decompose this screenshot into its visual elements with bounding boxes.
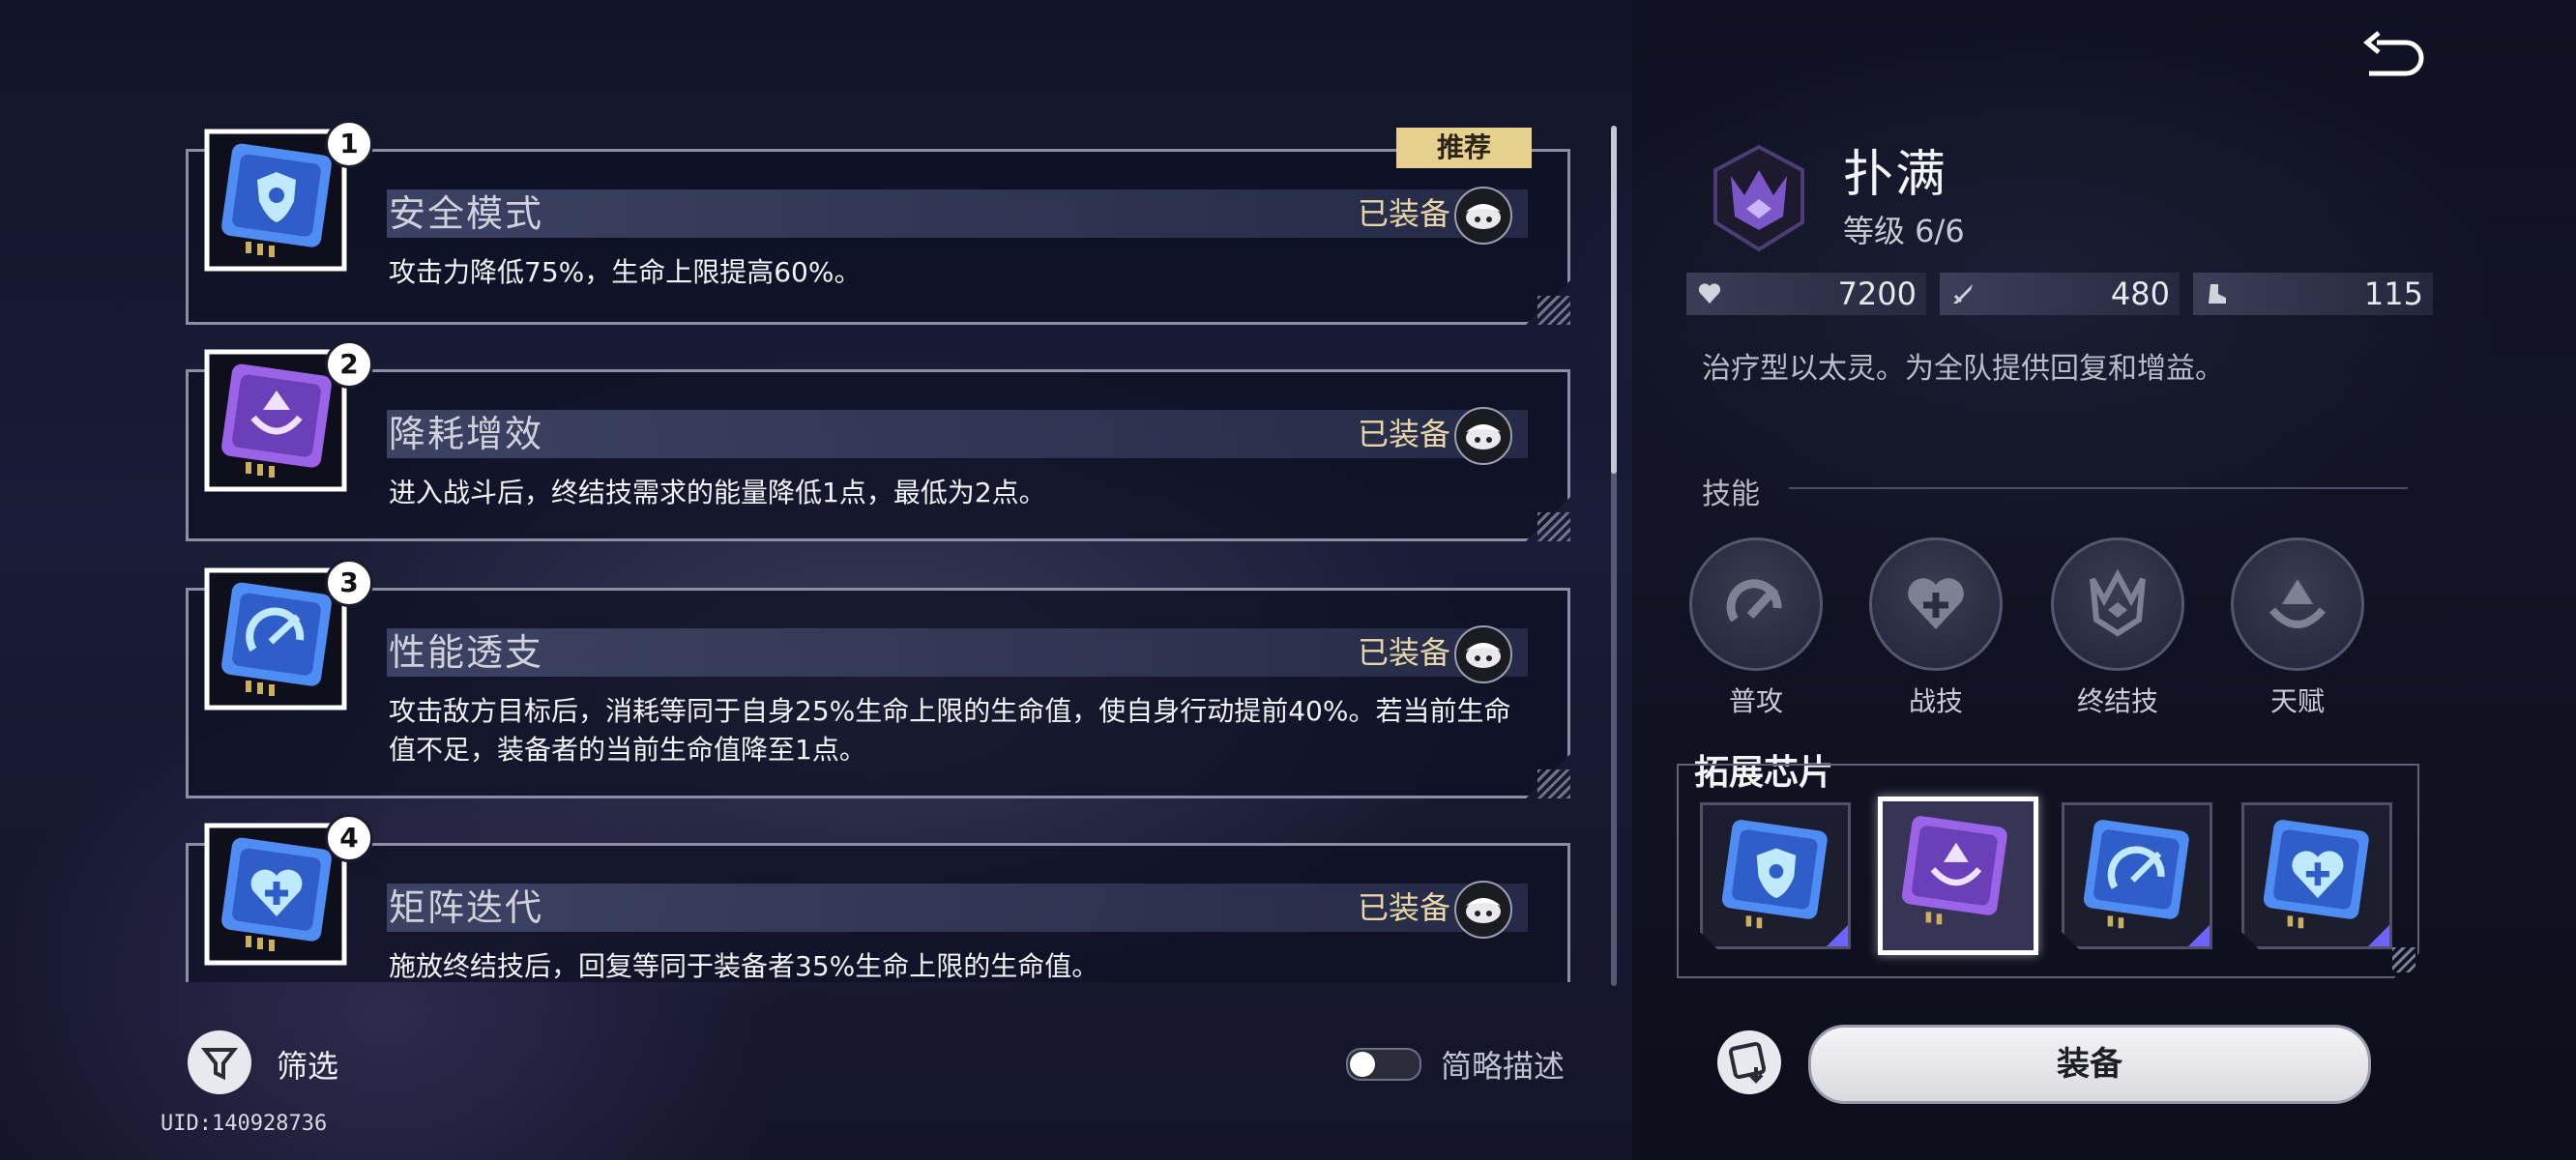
speedometer-chip-icon bbox=[2070, 809, 2204, 942]
stat-attack: 480 bbox=[1940, 273, 2180, 315]
heart-plus-icon bbox=[1908, 578, 1964, 629]
corner-hatch bbox=[2392, 947, 2415, 972]
chip-description: 进入战斗后，终结技需求的能量降低1点，最低为2点。 bbox=[389, 477, 1046, 508]
corner-hatch bbox=[1537, 512, 1570, 541]
chip-swap-icon bbox=[1728, 1041, 1767, 1084]
stat-hp-value: 7200 bbox=[1837, 276, 1917, 312]
boot-icon bbox=[2209, 284, 2226, 304]
equipped-label: 已装备 bbox=[1357, 195, 1450, 232]
chip-card[interactable]: 矩阵迭代 已装备 施放终结技后，回复等同于装备者35%生命上限的生命值。 4 bbox=[186, 814, 1570, 982]
chip-number-badge: 2 bbox=[325, 340, 373, 389]
skill-battle-skill[interactable]: 战技 bbox=[1868, 537, 2004, 719]
chip-card[interactable]: 降耗增效 已装备 进入战斗后，终结技需求的能量降低1点，最低为2点。 2 bbox=[186, 340, 1570, 541]
stat-speed: 115 bbox=[2193, 273, 2433, 315]
equipped-avatar-icon bbox=[1454, 881, 1512, 939]
filter-icon bbox=[200, 1048, 239, 1081]
extension-slot-3[interactable] bbox=[2062, 802, 2212, 949]
chip-card[interactable]: 性能透支 已装备 攻击敌方目标后，消耗等同于自身25%生命上限的生命值，使自身行… bbox=[186, 559, 1570, 798]
equipped-label: 已装备 bbox=[1357, 889, 1450, 926]
slot-accent bbox=[2368, 925, 2389, 946]
equip-button[interactable]: 装备 bbox=[1808, 1025, 2371, 1104]
uid-text: UID:140928736 bbox=[161, 1112, 328, 1136]
recommend-badge: 推荐 bbox=[1396, 128, 1532, 168]
unequip-button[interactable] bbox=[1717, 1030, 1781, 1094]
character-name: 扑满 bbox=[1843, 146, 1948, 204]
chip-title: 性能透支 bbox=[389, 631, 544, 674]
hat-chip-icon bbox=[1901, 816, 2007, 925]
stat-speed-value: 115 bbox=[2363, 276, 2423, 312]
equipped-avatar-icon bbox=[1454, 187, 1512, 245]
emblem-icon bbox=[2090, 568, 2146, 637]
list-scrollbar[interactable] bbox=[1611, 126, 1617, 986]
chip-card[interactable]: 推荐 安全模式 已装备 攻击力降低75%，生命上限提高60%。 1 bbox=[186, 120, 1570, 325]
character-level: 等级 6/6 bbox=[1843, 213, 1965, 249]
slot-accent bbox=[1827, 925, 1848, 946]
extension-slot-2[interactable] bbox=[1878, 797, 2038, 955]
chip-description: 攻击敌方目标后，消耗等同于自身25%生命上限的生命值，使自身行动提前40%。若当… bbox=[389, 695, 1511, 766]
chip-title: 降耗增效 bbox=[389, 413, 544, 455]
skill-label: 终结技 bbox=[2076, 685, 2158, 717]
skill-label: 战技 bbox=[1908, 685, 1963, 717]
equipped-avatar-icon bbox=[1454, 407, 1512, 465]
filter-label[interactable]: 筛选 bbox=[277, 1042, 338, 1087]
equipped-label: 已装备 bbox=[1357, 634, 1450, 671]
skill-ultimate[interactable]: 终结技 bbox=[2050, 537, 2185, 719]
chip-description: 施放终结技后，回复等同于装备者35%生命上限的生命值。 bbox=[389, 950, 1099, 982]
filter-button[interactable] bbox=[188, 1030, 251, 1094]
character-emblem-icon bbox=[1702, 141, 1816, 255]
chip-number-badge: 3 bbox=[325, 559, 373, 607]
skills-heading: 技能 bbox=[1702, 478, 1760, 511]
chip-number-badge: 1 bbox=[325, 120, 373, 168]
character-description: 治疗型以太灵。为全队提供回复和增益。 bbox=[1702, 352, 2224, 386]
corner-hatch bbox=[1537, 296, 1570, 325]
heart-chip-icon bbox=[2250, 809, 2384, 942]
skills-divider bbox=[1789, 487, 2408, 489]
equipped-label: 已装备 bbox=[1357, 416, 1450, 452]
skill-label: 天赋 bbox=[2269, 685, 2325, 717]
chip-list[interactable]: 推荐 安全模式 已装备 攻击力降低75%，生命上限提高60%。 1 降耗增效 已… bbox=[0, 0, 1625, 982]
stat-row: 7200 480 115 bbox=[1686, 273, 2433, 315]
back-button[interactable] bbox=[2359, 31, 2427, 89]
brief-description-label: 简略描述 bbox=[1441, 1048, 1566, 1085]
skill-label: 普攻 bbox=[1728, 685, 1783, 717]
skill-basic-attack[interactable]: 普攻 bbox=[1688, 537, 1824, 719]
brief-description-toggle[interactable] bbox=[1346, 1048, 1421, 1081]
corner-hatch bbox=[1537, 769, 1570, 798]
heart-icon bbox=[1698, 283, 1721, 304]
toggle-knob bbox=[1350, 1052, 1375, 1077]
stat-attack-value: 480 bbox=[2110, 276, 2170, 312]
chip-number-badge: 4 bbox=[325, 814, 373, 862]
stat-hp: 7200 bbox=[1686, 273, 1926, 315]
scrollbar-thumb[interactable] bbox=[1611, 126, 1617, 474]
equipped-avatar-icon bbox=[1454, 625, 1512, 683]
chip-title: 安全模式 bbox=[389, 192, 544, 235]
back-arrow-icon bbox=[2363, 31, 2424, 76]
hat-icon bbox=[2269, 579, 2327, 628]
extension-slot-4[interactable] bbox=[2241, 802, 2392, 949]
sword-icon bbox=[1953, 284, 1973, 304]
slot-accent bbox=[2188, 925, 2210, 946]
shield-chip-icon bbox=[1709, 809, 1842, 942]
chip-title: 矩阵迭代 bbox=[389, 886, 544, 929]
gauge-icon bbox=[1726, 579, 1782, 623]
extension-slot-1[interactable] bbox=[1700, 802, 1851, 949]
chip-description: 攻击力降低75%，生命上限提高60%。 bbox=[389, 256, 862, 288]
skill-talent[interactable]: 天赋 bbox=[2230, 537, 2365, 719]
